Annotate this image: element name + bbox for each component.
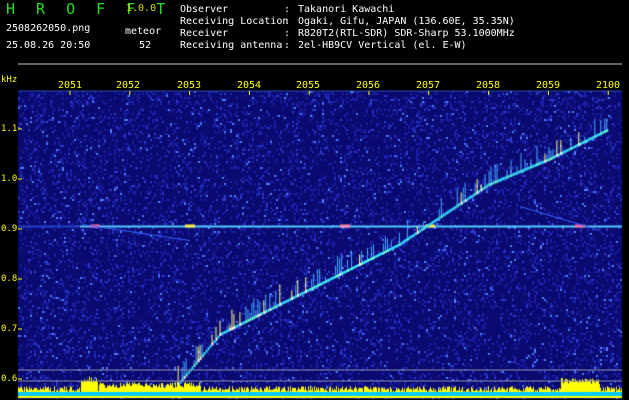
meteor-count: 52 [139, 40, 152, 51]
receiver-value: R820T2(RTL-SDR) SDR-Sharp 53.1000MHz [298, 28, 515, 39]
x-tick-label: 2055 [295, 80, 321, 91]
antenna-value: 2el-HB9CV Vertical (el. E-W) [298, 40, 467, 51]
y-tick-label: 1.1 [1, 124, 18, 134]
hrofft-window: H R O F F T 1.0.0 2508262050.png 25.08.2… [0, 0, 629, 400]
x-tick-label: 2051 [57, 80, 83, 91]
y-tick-label: 0.9 [1, 224, 18, 234]
receiver-colon: : [284, 28, 291, 39]
y-axis-label: kHz [1, 75, 18, 85]
file-name: 2508262050.png [6, 23, 91, 34]
x-tick-label: 2100 [595, 80, 621, 91]
y-tick-label: 1.0 [1, 174, 18, 184]
antenna-key: Receiving antenna [180, 40, 283, 51]
x-tick-label: 2057 [415, 80, 441, 91]
x-tick-label: 2056 [355, 80, 381, 91]
x-tick-label: 2058 [475, 80, 501, 91]
observer-colon: : [284, 4, 291, 15]
receiver-key: Receiver [180, 28, 229, 39]
observer-key: Observer [180, 4, 229, 15]
location-key: Receiving Location [180, 16, 289, 27]
x-tick-label: 2052 [115, 80, 141, 91]
y-tick-label: 0.8 [1, 274, 18, 284]
app-version: 1.0.0 [126, 3, 157, 14]
location-value: Ogaki, Gifu, JAPAN (136.60E, 35.35N) [298, 16, 515, 27]
x-tick-label: 2054 [236, 80, 262, 91]
y-tick-label: 0.6 [1, 374, 18, 384]
x-tick-label: 2059 [535, 80, 561, 91]
spectrogram-overlay [18, 63, 622, 382]
x-tick-label: 2053 [176, 80, 202, 91]
y-tick-label: 0.7 [1, 324, 18, 334]
location-colon: : [284, 16, 291, 27]
antenna-colon: : [284, 40, 291, 51]
observer-value: Takanori Kawachi [298, 4, 395, 15]
meteor-label: meteor [125, 26, 162, 37]
timestamp: 25.08.26 20:50 [6, 40, 91, 51]
